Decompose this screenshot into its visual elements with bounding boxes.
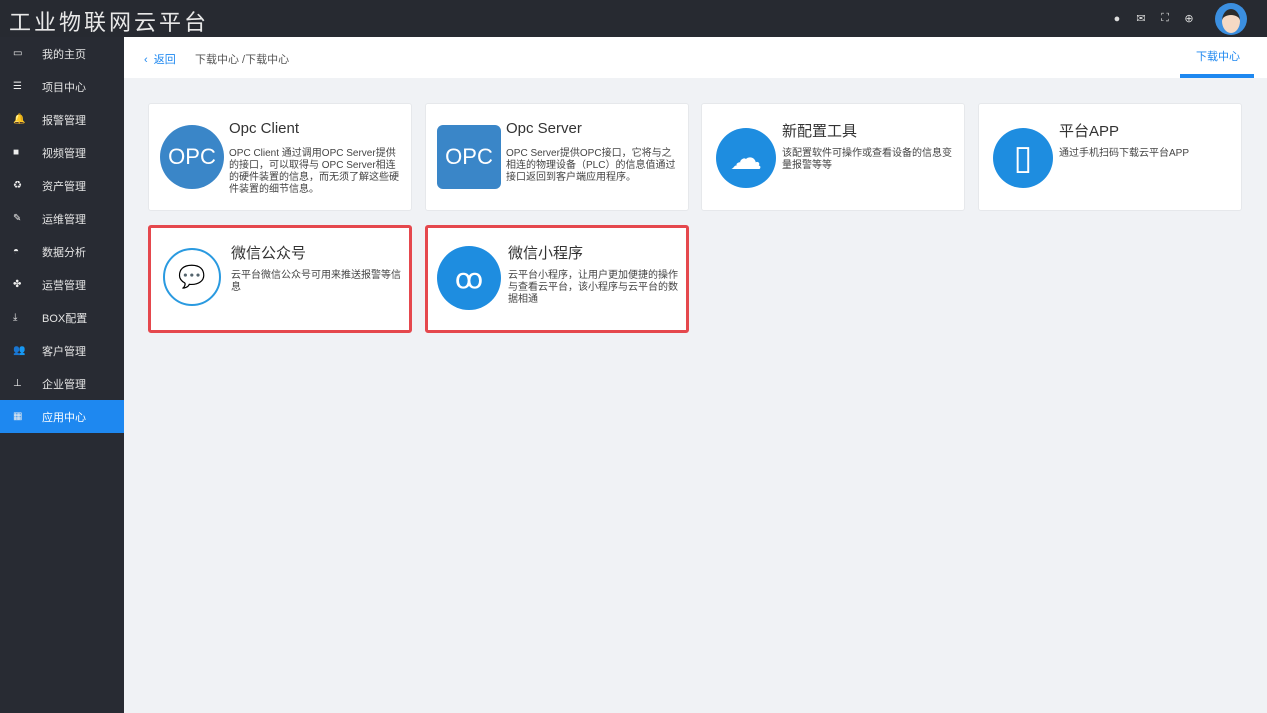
phone-icon: ▯ <box>993 128 1053 188</box>
sidebar-item-label: 资产管理 <box>42 180 86 193</box>
sidebar-item-enterprise[interactable]: ⊥ 企业管理 <box>0 367 124 400</box>
sidebar-item-projects[interactable]: ☰ 项目中心 <box>0 70 124 103</box>
tab-download-center[interactable]: 下载中心 <box>1196 48 1240 64</box>
fullscreen-icon[interactable]: ⛶ <box>1153 12 1177 25</box>
card-wechat-official-account[interactable]: 💬 微信公众号 云平台微信公众号可用来推送报警等信息 <box>148 225 412 333</box>
chevron-left-icon: ‹ <box>144 54 154 66</box>
sidebar-item-assets[interactable]: ♻ 资产管理 <box>0 169 124 202</box>
sidebar-item-label: BOX配置 <box>42 312 88 325</box>
card-platform-app[interactable]: ▯ 平台APP 通过手机扫码下载云平台APP <box>978 103 1242 211</box>
sidebar-item-label: 我的主页 <box>42 48 86 61</box>
tab-active-indicator <box>1180 74 1254 78</box>
sidebar-item-operations[interactable]: ✤ 运营管理 <box>0 268 124 301</box>
sidebar-item-label: 报警管理 <box>42 114 86 127</box>
card-wechat-mini-program[interactable]: ꝏ 微信小程序 云平台小程序，让用户更加便捷的操作与查看云平台，该小程序与云平台… <box>425 225 689 333</box>
globe-icon[interactable]: ⊕ <box>1177 12 1201 25</box>
sitemap-icon: ⊥ <box>13 378 22 389</box>
list-icon: ☰ <box>13 81 22 92</box>
mail-icon[interactable]: ✉ <box>1129 12 1153 25</box>
card-title: Opc Server <box>506 120 582 137</box>
dashboard-icon: ◓ <box>13 246 20 257</box>
sidebar-item-label: 运维管理 <box>42 213 86 226</box>
card-title: Opc Client <box>229 120 300 137</box>
card-title: 新配置工具 <box>782 123 858 140</box>
card-description: OPC Client 通过调用OPC Server提供的接口，可以取得与 OPC… <box>229 148 399 195</box>
mini-program-icon: ꝏ <box>437 246 501 310</box>
card-description: 该配置软件可操作或查看设备的信息变量报警等等 <box>782 148 952 171</box>
sidebar-item-label: 视频管理 <box>42 147 86 160</box>
card-description: OPC Server提供OPC接口，它将与之相连的物理设备（PLC）的信息值通过… <box>506 148 676 183</box>
sidebar-item-video[interactable]: ■ 视频管理 <box>0 136 124 169</box>
sidebar-item-label: 数据分析 <box>42 246 86 259</box>
download-icon: ⤓ <box>13 312 18 323</box>
card-description: 云平台小程序，让用户更加便捷的操作与查看云平台，该小程序与云平台的数据相通 <box>508 270 678 305</box>
sidebar-item-box-config[interactable]: ⤓ BOX配置 <box>0 301 124 334</box>
card-description: 云平台微信公众号可用来推送报警等信息 <box>231 270 401 293</box>
card-title: 平台APP <box>1059 123 1120 140</box>
help-icon[interactable]: ● <box>1105 13 1129 25</box>
app-title: 工业物联网云平台 <box>9 11 210 36</box>
card-title: 微信小程序 <box>508 245 584 262</box>
sidebar-item-label: 企业管理 <box>42 378 86 391</box>
card-opc-client[interactable]: OPC Opc Client OPC Client 通过调用OPC Server… <box>148 103 412 211</box>
breadcrumb-bar: ‹ 返回 下载中心 /下载中心 下载中心 <box>124 37 1267 78</box>
sidebar-item-label: 应用中心 <box>42 411 86 424</box>
video-icon: ■ <box>13 147 20 158</box>
sidebar-item-home[interactable]: ▭ 我的主页 <box>0 37 124 70</box>
top-header: 工业物联网云平台 ● ✉ ⛶ ⊕ <box>0 0 1267 37</box>
sidebar-item-maintenance[interactable]: ✎ 运维管理 <box>0 202 124 235</box>
opc-client-icon: OPC <box>160 125 224 189</box>
sidebar: ▭ 我的主页 ☰ 项目中心 🔔 报警管理 ■ 视频管理 ♻ 资产管理 ✎ 运维管理 ◓ 数据分… <box>0 37 124 713</box>
opc-server-icon: OPC <box>437 125 501 189</box>
sidebar-item-alarms[interactable]: 🔔 报警管理 <box>0 103 124 136</box>
card-config-tool[interactable]: ☁ 新配置工具 该配置软件可操作或查看设备的信息变量报警等等 <box>701 103 965 211</box>
wrench-icon: ✎ <box>13 213 22 224</box>
card-description: 通过手机扫码下载云平台APP <box>1059 148 1190 159</box>
laptop-icon: ▭ <box>13 48 23 59</box>
users-icon: 👥 <box>13 345 26 356</box>
back-label: 返回 <box>153 54 176 66</box>
cubes-icon: ✤ <box>13 279 22 290</box>
wechat-icon: 💬 <box>163 248 221 306</box>
cloud-icon: ☁ <box>716 128 776 188</box>
sidebar-item-app-center[interactable]: ▦ 应用中心 <box>0 400 124 433</box>
recycle-icon: ♻ <box>13 180 22 191</box>
sidebar-item-label: 运营管理 <box>42 279 86 292</box>
sidebar-item-analytics[interactable]: ◓ 数据分析 <box>0 235 124 268</box>
card-opc-server[interactable]: OPC Opc Server OPC Server提供OPC接口，它将与之相连的… <box>425 103 689 211</box>
sidebar-item-label: 客户管理 <box>42 345 86 358</box>
sidebar-item-label: 项目中心 <box>42 81 86 94</box>
avatar[interactable] <box>1215 2 1247 35</box>
card-title: 微信公众号 <box>231 245 307 262</box>
sidebar-item-customers[interactable]: 👥 客户管理 <box>0 334 124 367</box>
back-link[interactable]: ‹ 返回 <box>144 51 176 67</box>
bell-icon: 🔔 <box>13 114 26 125</box>
breadcrumb: 下载中心 /下载中心 <box>195 54 290 66</box>
grid-icon: ▦ <box>13 411 23 422</box>
